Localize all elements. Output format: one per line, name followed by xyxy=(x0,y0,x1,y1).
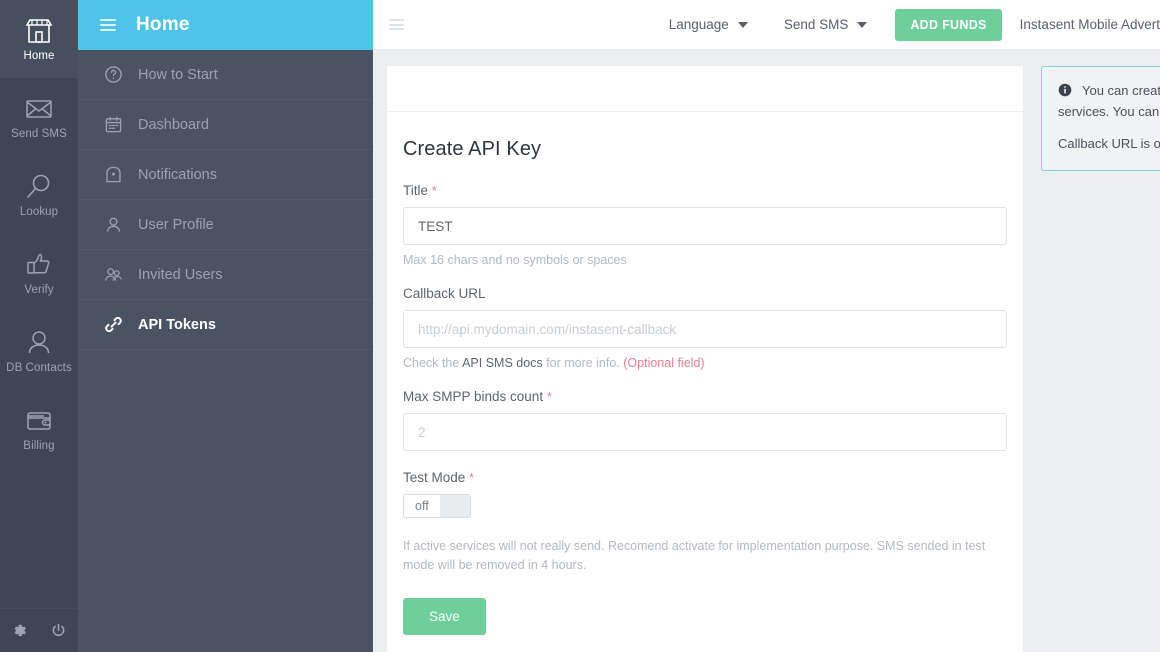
info-first-line: You can create xyxy=(1058,81,1160,102)
field-group-callback: Callback URL Check the API SMS docs for … xyxy=(403,286,1007,370)
callback-help-text: Check the API SMS docs for more info. (O… xyxy=(403,356,1007,370)
rail-label-send-sms: Send SMS xyxy=(11,127,67,140)
sidebar-item-notifications[interactable]: Notifications xyxy=(78,150,373,200)
callback-help-mid: for more info. xyxy=(542,356,624,370)
sidebar-filler xyxy=(78,350,373,652)
aside-column: You can create services. You can ha Call… xyxy=(1041,66,1160,652)
inbox-icon xyxy=(104,165,123,184)
rail-item-send-sms[interactable]: Send SMS xyxy=(0,78,78,156)
gear-icon[interactable] xyxy=(11,622,28,639)
callback-help-prefix: Check the xyxy=(403,356,463,370)
title-label-text: Title xyxy=(403,183,429,198)
secondary-sidebar: Home How to Start Dashboard Notification… xyxy=(78,0,373,652)
rail-item-billing[interactable]: Billing xyxy=(0,390,78,468)
info-circle-icon xyxy=(1058,83,1072,97)
language-dropdown[interactable]: Language xyxy=(651,0,766,50)
main-area: Language Send SMS ADD FUNDS Instasent Mo… xyxy=(373,0,1160,652)
magnifier-icon xyxy=(23,172,55,202)
send-sms-label: Send SMS xyxy=(783,17,849,32)
rail-label-db-contacts: DB Contacts xyxy=(6,361,72,374)
smpp-label: Max SMPP binds count * xyxy=(403,389,1007,404)
content-body: Create API Key Title * Max 16 chars and … xyxy=(373,50,1160,652)
test-mode-state: off xyxy=(415,499,429,513)
rail-item-db-contacts[interactable]: DB Contacts xyxy=(0,312,78,390)
rail-label-verify: Verify xyxy=(24,283,54,296)
callback-url-input[interactable] xyxy=(403,310,1007,348)
test-mode-label-text: Test Mode xyxy=(403,470,466,485)
smpp-label-text: Max SMPP binds count xyxy=(403,389,544,404)
required-marker: * xyxy=(469,470,475,485)
card-header-strip xyxy=(387,66,1023,112)
sidebar-label-invited-users: Invited Users xyxy=(138,266,223,283)
shop-icon xyxy=(23,16,55,46)
thumbs-up-icon xyxy=(23,250,55,280)
sidebar-label-user-profile: User Profile xyxy=(138,216,214,233)
callback-label: Callback URL xyxy=(403,286,486,301)
test-mode-note: If active services will not really send.… xyxy=(403,539,986,573)
chevron-down-icon xyxy=(857,21,868,28)
field-group-smpp: Max SMPP binds count * xyxy=(403,389,1007,451)
required-marker: * xyxy=(431,183,437,198)
top-bar: Language Send SMS ADD FUNDS Instasent Mo… xyxy=(373,0,1160,50)
field-group-title: Title * Max 16 chars and no symbols or s… xyxy=(403,183,1007,267)
max-smpp-binds-input[interactable] xyxy=(403,413,1007,451)
power-icon[interactable] xyxy=(50,622,67,639)
test-mode-label: Test Mode * xyxy=(403,470,1007,485)
language-label: Language xyxy=(668,17,729,32)
add-funds-button[interactable]: ADD FUNDS xyxy=(895,8,1002,41)
test-mode-toggle[interactable]: off xyxy=(403,494,471,518)
create-api-key-card: Create API Key Title * Max 16 chars and … xyxy=(387,66,1023,652)
link-chain-icon xyxy=(104,315,123,334)
info-panel: You can create services. You can ha Call… xyxy=(1041,66,1160,172)
required-marker: * xyxy=(546,389,552,404)
hamburger-icon[interactable] xyxy=(389,19,404,30)
rail-item-home[interactable]: Home xyxy=(0,0,78,78)
calendar-icon xyxy=(104,115,123,134)
send-sms-dropdown[interactable]: Send SMS xyxy=(766,0,886,50)
card-body: Create API Key Title * Max 16 chars and … xyxy=(387,112,1023,635)
icon-rail: Home Send SMS Lookup Verify DB Contacts … xyxy=(0,0,78,652)
user-icon xyxy=(104,215,123,234)
page-title: Create API Key xyxy=(403,138,542,160)
account-name[interactable]: Instasent Mobile Advert xyxy=(1012,17,1160,32)
sidebar-item-api-tokens[interactable]: API Tokens xyxy=(78,300,373,350)
sidebar-title: Home xyxy=(136,14,190,35)
envelope-icon xyxy=(23,94,55,124)
save-button[interactable]: Save xyxy=(403,597,486,635)
info-line-1: You can create xyxy=(1082,83,1160,98)
optional-field-note: (Optional field) xyxy=(623,356,705,370)
sidebar-item-how-to-start[interactable]: How to Start xyxy=(78,50,373,100)
wallet-icon xyxy=(23,406,55,436)
rail-label-home: Home xyxy=(23,49,55,62)
toggle-knob xyxy=(439,495,470,517)
sidebar-label-notifications: Notifications xyxy=(138,166,217,183)
field-group-test-mode: Test Mode * off xyxy=(403,470,1007,518)
title-label: Title * xyxy=(403,183,1007,198)
rail-footer xyxy=(0,608,78,652)
info-line-3: Callback URL is opt xyxy=(1058,135,1160,151)
rail-item-verify[interactable]: Verify xyxy=(0,234,78,312)
rail-item-lookup[interactable]: Lookup xyxy=(0,156,78,234)
person-icon xyxy=(23,328,55,358)
rail-label-lookup: Lookup xyxy=(19,205,59,218)
sidebar-item-user-profile[interactable]: User Profile xyxy=(78,200,373,250)
rail-label-billing: Billing xyxy=(23,439,55,452)
question-circle-icon xyxy=(104,65,123,84)
sidebar-item-invited-users[interactable]: Invited Users xyxy=(78,250,373,300)
hamburger-icon[interactable] xyxy=(100,19,116,31)
api-sms-docs-link[interactable]: API SMS docs xyxy=(462,356,543,370)
title-input[interactable] xyxy=(403,207,1007,245)
users-group-icon xyxy=(104,265,123,284)
sidebar-label-dashboard: Dashboard xyxy=(138,116,209,133)
chevron-down-icon xyxy=(737,21,748,28)
app-root: Home Send SMS Lookup Verify DB Contacts … xyxy=(0,0,1160,652)
info-line-2: services. You can ha xyxy=(1058,103,1160,119)
title-help-text: Max 16 chars and no symbols or spaces xyxy=(403,253,627,267)
sidebar-header: Home xyxy=(78,0,373,50)
sidebar-label-api-tokens: API Tokens xyxy=(138,316,216,333)
sidebar-item-dashboard[interactable]: Dashboard xyxy=(78,100,373,150)
sidebar-label-how-to-start: How to Start xyxy=(138,66,218,83)
